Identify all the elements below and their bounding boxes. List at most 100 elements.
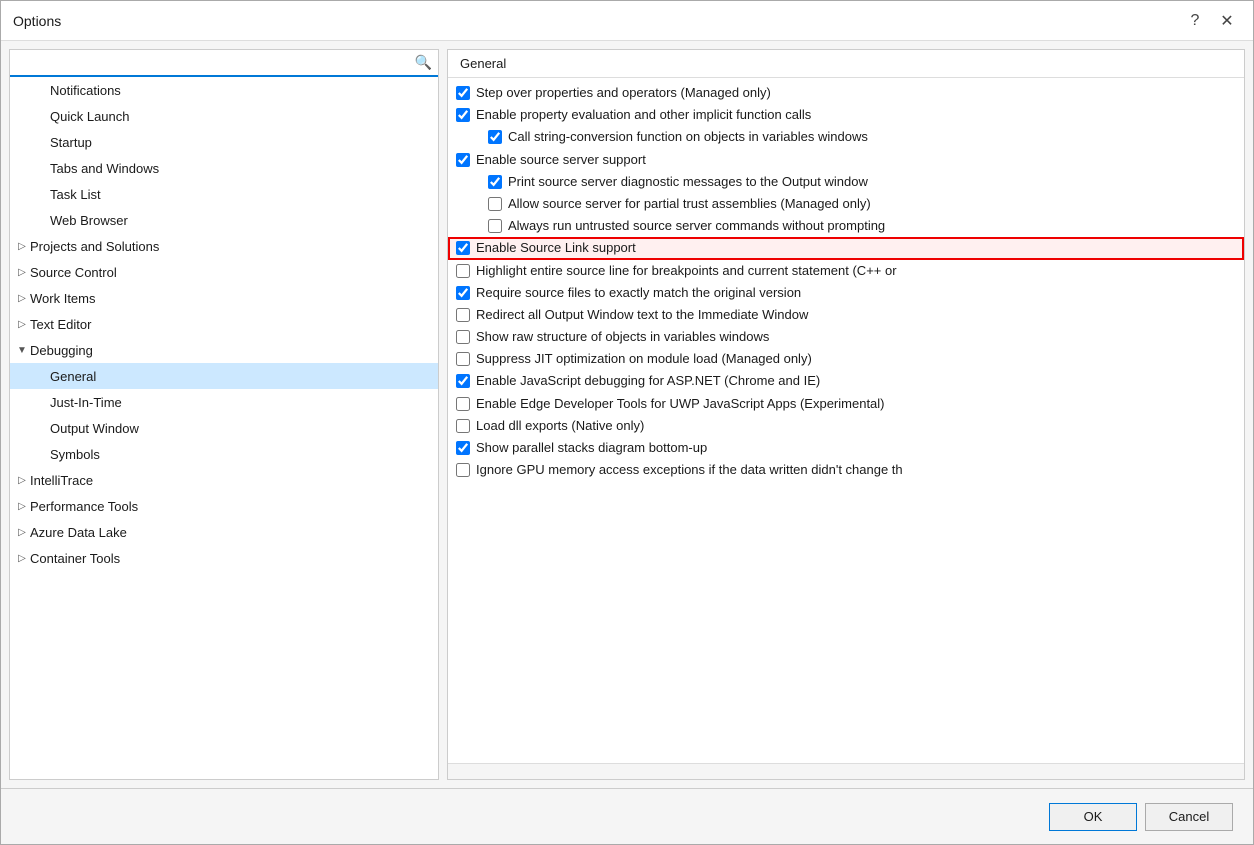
tree-item-just-in-time[interactable]: Just-In-Time bbox=[10, 389, 438, 415]
checkbox-row-require-source-files[interactable]: Require source files to exactly match th… bbox=[448, 282, 1244, 304]
checkbox-show-parallel-stacks[interactable] bbox=[456, 441, 470, 455]
dialog-title: Options bbox=[13, 13, 61, 29]
hscroll-inner[interactable] bbox=[448, 767, 1244, 777]
checkbox-label-ignore-gpu-memory: Ignore GPU memory access exceptions if t… bbox=[476, 461, 903, 479]
checkbox-row-ignore-gpu-memory[interactable]: Ignore GPU memory access exceptions if t… bbox=[448, 459, 1244, 481]
tree-label-symbols: Symbols bbox=[50, 447, 438, 462]
options-dialog: Options ? ✕ 🔍 Notifications Quick Launch S… bbox=[0, 0, 1254, 845]
tree-item-task-list[interactable]: Task List bbox=[10, 181, 438, 207]
tree-item-notifications[interactable]: Notifications bbox=[10, 77, 438, 103]
checkbox-label-suppress-jit: Suppress JIT optimization on module load… bbox=[476, 350, 812, 368]
checkbox-step-over[interactable] bbox=[456, 86, 470, 100]
tree-label-container-tools: Container Tools bbox=[30, 551, 438, 566]
checkbox-redirect-output[interactable] bbox=[456, 308, 470, 322]
checkbox-label-enable-property-eval: Enable property evaluation and other imp… bbox=[476, 106, 811, 124]
tree-label-startup: Startup bbox=[50, 135, 438, 150]
tree-label-task-list: Task List bbox=[50, 187, 438, 202]
tree-item-symbols[interactable]: Symbols bbox=[10, 441, 438, 467]
tree-label-just-in-time: Just-In-Time bbox=[50, 395, 438, 410]
checkbox-enable-edge-dev-tools[interactable] bbox=[456, 397, 470, 411]
search-icon: 🔍 bbox=[415, 54, 432, 71]
checkbox-always-run-untrusted[interactable] bbox=[488, 219, 502, 233]
tree-item-azure-data-lake[interactable]: ▷Azure Data Lake bbox=[10, 519, 438, 545]
checkbox-row-redirect-output[interactable]: Redirect all Output Window text to the I… bbox=[448, 304, 1244, 326]
checkbox-row-enable-js-debugging[interactable]: Enable JavaScript debugging for ASP.NET … bbox=[448, 370, 1244, 392]
right-panel: General Step over properties and operato… bbox=[447, 49, 1245, 780]
tree-arrow-azure-data-lake: ▷ bbox=[14, 527, 30, 538]
tree-arrow-intellitrace: ▷ bbox=[14, 475, 30, 486]
checkbox-show-raw-structure[interactable] bbox=[456, 330, 470, 344]
tree-item-startup[interactable]: Startup bbox=[10, 129, 438, 155]
tree-arrow-debugging: ▼ bbox=[14, 345, 30, 356]
tree-item-container-tools[interactable]: ▷Container Tools bbox=[10, 545, 438, 571]
ok-button[interactable]: OK bbox=[1049, 803, 1137, 831]
right-panel-content[interactable]: Step over properties and operators (Mana… bbox=[448, 78, 1244, 763]
checkbox-load-dll-exports[interactable] bbox=[456, 419, 470, 433]
tree-arrow-text-editor: ▷ bbox=[14, 319, 30, 330]
search-input[interactable] bbox=[16, 55, 415, 70]
tree-label-work-items: Work Items bbox=[30, 291, 438, 306]
search-box: 🔍 bbox=[10, 50, 438, 77]
tree-item-general[interactable]: General bbox=[10, 363, 438, 389]
checkbox-row-print-source-server[interactable]: Print source server diagnostic messages … bbox=[448, 171, 1244, 193]
checkbox-require-source-files[interactable] bbox=[456, 286, 470, 300]
tree-item-projects-solutions[interactable]: ▷Projects and Solutions bbox=[10, 233, 438, 259]
tree-container[interactable]: Notifications Quick Launch Startup Tabs and… bbox=[10, 77, 438, 779]
tree-label-web-browser: Web Browser bbox=[50, 213, 438, 228]
horizontal-scrollbar[interactable] bbox=[448, 763, 1244, 779]
title-bar-buttons: ? ✕ bbox=[1181, 7, 1241, 35]
checkbox-ignore-gpu-memory[interactable] bbox=[456, 463, 470, 477]
tree-label-notifications: Notifications bbox=[50, 83, 438, 98]
left-panel: 🔍 Notifications Quick Launch Startup Tabs a… bbox=[9, 49, 439, 780]
checkbox-highlight-source-line[interactable] bbox=[456, 264, 470, 278]
tree-item-tabs-windows[interactable]: Tabs and Windows bbox=[10, 155, 438, 181]
tree-item-quick-launch[interactable]: Quick Launch bbox=[10, 103, 438, 129]
close-button[interactable]: ✕ bbox=[1213, 7, 1241, 35]
tree-item-web-browser[interactable]: Web Browser bbox=[10, 207, 438, 233]
tree-item-source-control[interactable]: ▷Source Control bbox=[10, 259, 438, 285]
checkbox-label-redirect-output: Redirect all Output Window text to the I… bbox=[476, 306, 808, 324]
checkbox-row-step-over[interactable]: Step over properties and operators (Mana… bbox=[448, 82, 1244, 104]
checkbox-label-step-over: Step over properties and operators (Mana… bbox=[476, 84, 771, 102]
tree-label-source-control: Source Control bbox=[30, 265, 438, 280]
checkbox-row-highlight-source-line[interactable]: Highlight entire source line for breakpo… bbox=[448, 260, 1244, 282]
title-bar: Options ? ✕ bbox=[1, 1, 1253, 41]
tree-arrow-projects-solutions: ▷ bbox=[14, 241, 30, 252]
checkbox-suppress-jit[interactable] bbox=[456, 352, 470, 366]
checkbox-row-show-raw-structure[interactable]: Show raw structure of objects in variabl… bbox=[448, 326, 1244, 348]
tree-label-azure-data-lake: Azure Data Lake bbox=[30, 525, 438, 540]
checkbox-row-allow-source-server[interactable]: Allow source server for partial trust as… bbox=[448, 193, 1244, 215]
cancel-button[interactable]: Cancel bbox=[1145, 803, 1233, 831]
checkbox-enable-source-link[interactable] bbox=[456, 241, 470, 255]
checkbox-row-enable-edge-dev-tools[interactable]: Enable Edge Developer Tools for UWP Java… bbox=[448, 393, 1244, 415]
checkbox-print-source-server[interactable] bbox=[488, 175, 502, 189]
checkbox-call-string-conversion[interactable] bbox=[488, 130, 502, 144]
checkbox-row-enable-property-eval[interactable]: Enable property evaluation and other imp… bbox=[448, 104, 1244, 126]
tree-item-performance-tools[interactable]: ▷Performance Tools bbox=[10, 493, 438, 519]
checkbox-row-call-string-conversion[interactable]: Call string-conversion function on objec… bbox=[448, 126, 1244, 148]
checkbox-enable-property-eval[interactable] bbox=[456, 108, 470, 122]
tree-item-text-editor[interactable]: ▷Text Editor bbox=[10, 311, 438, 337]
tree-item-debugging[interactable]: ▼Debugging bbox=[10, 337, 438, 363]
checkbox-row-enable-source-server[interactable]: Enable source server support bbox=[448, 149, 1244, 171]
tree-item-work-items[interactable]: ▷Work Items bbox=[10, 285, 438, 311]
checkbox-row-show-parallel-stacks[interactable]: Show parallel stacks diagram bottom-up bbox=[448, 437, 1244, 459]
checkbox-row-load-dll-exports[interactable]: Load dll exports (Native only) bbox=[448, 415, 1244, 437]
checkbox-row-suppress-jit[interactable]: Suppress JIT optimization on module load… bbox=[448, 348, 1244, 370]
dialog-body: 🔍 Notifications Quick Launch Startup Tabs a… bbox=[1, 41, 1253, 788]
help-button[interactable]: ? bbox=[1181, 7, 1209, 35]
tree-item-output-window[interactable]: Output Window bbox=[10, 415, 438, 441]
checkbox-row-enable-source-link[interactable]: Enable Source Link support bbox=[448, 237, 1244, 259]
tree-label-output-window: Output Window bbox=[50, 421, 438, 436]
checkbox-enable-js-debugging[interactable] bbox=[456, 374, 470, 388]
tree-item-intellitrace[interactable]: ▷IntelliTrace bbox=[10, 467, 438, 493]
dialog-footer: OK Cancel bbox=[1, 788, 1253, 844]
hscroll-content bbox=[448, 767, 1244, 768]
tree-arrow-work-items: ▷ bbox=[14, 293, 30, 304]
checkbox-label-enable-js-debugging: Enable JavaScript debugging for ASP.NET … bbox=[476, 372, 820, 390]
checkbox-allow-source-server[interactable] bbox=[488, 197, 502, 211]
checkbox-row-always-run-untrusted[interactable]: Always run untrusted source server comma… bbox=[448, 215, 1244, 237]
checkbox-label-always-run-untrusted: Always run untrusted source server comma… bbox=[508, 217, 885, 235]
checkbox-label-highlight-source-line: Highlight entire source line for breakpo… bbox=[476, 262, 897, 280]
checkbox-enable-source-server[interactable] bbox=[456, 153, 470, 167]
